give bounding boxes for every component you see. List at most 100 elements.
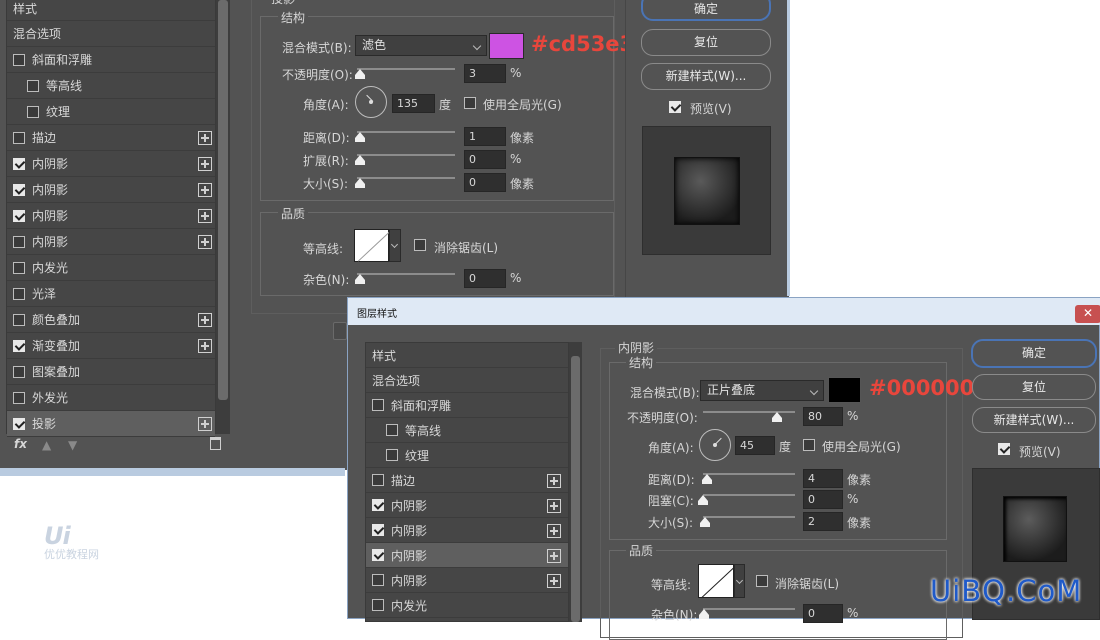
effect-list-item[interactable]: 颜色叠加: [7, 307, 215, 333]
effect-list-item[interactable]: 内阴影: [366, 543, 568, 568]
add-effect-plus-icon[interactable]: [547, 523, 561, 538]
preview-checkbox[interactable]: [669, 101, 681, 113]
effect-checkbox[interactable]: [386, 449, 398, 461]
distance-slider-thumb[interactable]: [702, 474, 712, 484]
effect-list-item[interactable]: 等高线: [366, 418, 568, 443]
effect-checkbox[interactable]: [13, 287, 25, 300]
noise-slider-track[interactable]: [703, 608, 795, 610]
spread-input[interactable]: 0: [464, 150, 506, 169]
effect-checkbox[interactable]: [13, 365, 25, 378]
reset-button[interactable]: 复位: [972, 374, 1096, 400]
size-slider-thumb[interactable]: [355, 178, 365, 188]
effect-checkbox[interactable]: [372, 599, 384, 611]
effect-list-item[interactable]: 渐变叠加: [7, 333, 215, 359]
effect-checkbox[interactable]: [13, 131, 25, 144]
effect-checkbox[interactable]: [372, 524, 384, 536]
angle-input[interactable]: 135: [392, 94, 435, 113]
effects-scrollbar[interactable]: [216, 0, 230, 434]
antialias-checkbox[interactable]: [756, 575, 768, 587]
effect-checkbox[interactable]: [372, 574, 384, 586]
effect-checkbox[interactable]: [372, 499, 384, 511]
effect-list-item[interactable]: 内发光: [7, 255, 215, 281]
blend-mode-select[interactable]: 滤色: [355, 35, 487, 56]
effect-list-item[interactable]: 纹理: [7, 99, 215, 125]
add-effect-plus-icon[interactable]: [198, 417, 212, 431]
noise-slider-track[interactable]: [357, 273, 455, 275]
ok-button[interactable]: 确定: [641, 0, 771, 21]
spread-slider-thumb[interactable]: [355, 155, 365, 165]
distance-input[interactable]: 1: [464, 127, 506, 146]
choke-slider-track[interactable]: [703, 494, 795, 496]
effect-list-item[interactable]: 内阴影: [366, 518, 568, 543]
opacity-input[interactable]: 80: [803, 407, 843, 426]
blend-mode-select[interactable]: 正片叠底: [700, 380, 824, 401]
size-input[interactable]: 0: [464, 173, 506, 192]
effect-list-item[interactable]: 内阴影: [7, 177, 215, 203]
effect-checkbox[interactable]: [13, 417, 25, 430]
size-input[interactable]: 2: [803, 512, 843, 531]
effect-checkbox[interactable]: [27, 79, 39, 92]
color-swatch[interactable]: [828, 377, 861, 403]
contour-thumbnail[interactable]: [698, 564, 737, 599]
effect-list-item[interactable]: 等高线: [7, 73, 215, 99]
distance-slider-thumb[interactable]: [355, 132, 365, 142]
effect-checkbox[interactable]: [27, 105, 39, 118]
global-light-checkbox[interactable]: [803, 439, 815, 451]
effect-checkbox[interactable]: [13, 53, 25, 66]
noise-input[interactable]: 0: [803, 604, 843, 623]
effect-checkbox[interactable]: [13, 339, 25, 352]
effect-checkbox[interactable]: [13, 235, 25, 248]
distance-slider-track[interactable]: [357, 131, 455, 133]
angle-dial[interactable]: [355, 86, 387, 118]
noise-input[interactable]: 0: [464, 269, 506, 288]
effect-list-item[interactable]: 内阴影: [366, 568, 568, 593]
distance-slider-track[interactable]: [703, 473, 795, 475]
color-swatch[interactable]: [489, 33, 524, 59]
global-light-checkbox[interactable]: [464, 97, 476, 109]
add-effect-plus-icon[interactable]: [547, 548, 561, 563]
close-button[interactable]: ✕: [1075, 305, 1100, 323]
add-effect-plus-icon[interactable]: [547, 498, 561, 513]
effect-checkbox[interactable]: [13, 183, 25, 196]
effect-list-item[interactable]: 内阴影: [7, 203, 215, 229]
preview-checkbox[interactable]: [998, 443, 1010, 455]
move-up-icon[interactable]: ▲: [42, 438, 51, 452]
add-effect-plus-icon[interactable]: [198, 157, 212, 171]
angle-dial[interactable]: [699, 429, 731, 461]
angle-input[interactable]: 45: [735, 436, 775, 455]
effect-checkbox[interactable]: [13, 313, 25, 326]
size-slider-track[interactable]: [357, 177, 455, 179]
reset-button[interactable]: 复位: [641, 29, 771, 56]
effect-list-item[interactable]: 外发光: [7, 385, 215, 411]
contour-thumbnail[interactable]: [354, 229, 393, 262]
opacity-slider-track[interactable]: [357, 68, 455, 70]
effect-list-item[interactable]: 内阴影: [7, 151, 215, 177]
opacity-input[interactable]: 3: [464, 64, 506, 83]
move-down-icon[interactable]: ▼: [68, 438, 77, 452]
effect-checkbox[interactable]: [372, 399, 384, 411]
add-effect-plus-icon[interactable]: [198, 183, 212, 197]
noise-slider-thumb[interactable]: [355, 274, 365, 284]
add-effect-plus-icon[interactable]: [198, 209, 212, 223]
ok-button[interactable]: 确定: [971, 339, 1097, 368]
contour-dropdown[interactable]: [389, 229, 401, 262]
effect-list-item[interactable]: 描边: [366, 468, 568, 493]
effect-list-item[interactable]: 内发光: [366, 593, 568, 618]
contour-dropdown[interactable]: [734, 564, 745, 598]
new-style-button[interactable]: 新建样式(W)...: [641, 63, 771, 90]
size-slider-track[interactable]: [703, 516, 795, 518]
effects-scrollbar[interactable]: [569, 342, 582, 622]
effect-list-item[interactable]: 混合选项: [366, 368, 568, 393]
effect-list-item[interactable]: 斜面和浮雕: [7, 47, 215, 73]
add-effect-plus-icon[interactable]: [547, 473, 561, 488]
opacity-slider-thumb[interactable]: [354, 69, 365, 79]
effect-checkbox[interactable]: [372, 474, 384, 486]
effect-list-item[interactable]: 斜面和浮雕: [366, 393, 568, 418]
fx-menu-icon[interactable]: fx: [14, 437, 27, 451]
noise-slider-thumb[interactable]: [699, 609, 709, 619]
effect-checkbox[interactable]: [386, 424, 398, 436]
effect-list-item[interactable]: 内阴影: [366, 493, 568, 518]
effect-list-item[interactable]: 图案叠加: [7, 359, 215, 385]
effect-list-item[interactable]: 光泽: [7, 281, 215, 307]
effect-list-item[interactable]: 混合选项: [7, 21, 215, 47]
